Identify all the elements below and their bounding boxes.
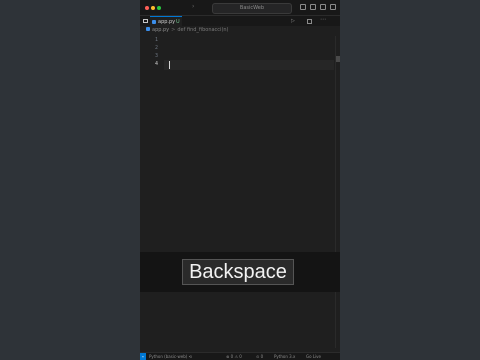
customize-layout-icon[interactable] (330, 4, 336, 10)
python-file-icon (152, 20, 156, 24)
breadcrumb-separator: > (171, 27, 176, 33)
files-icon[interactable] (143, 19, 148, 23)
status-go-live[interactable]: Go Live (306, 353, 321, 360)
close-window-button[interactable] (145, 6, 149, 10)
vertical-scrollbar[interactable] (335, 36, 340, 348)
text-cursor (169, 61, 170, 69)
breadcrumb: app.py > def find_fibonacci(n) (146, 26, 229, 34)
toggle-sidebar-icon[interactable] (300, 4, 306, 10)
remote-indicator-icon[interactable]: ⌁ (140, 353, 146, 360)
tab-bar: app.py U ▷ ⋯ (140, 16, 340, 26)
editor-window: › BasicWeb app.py U ▷ ⋯ app.py > def find_… (140, 0, 340, 360)
navigate-back-icon[interactable]: › (192, 3, 194, 10)
maximize-window-button[interactable] (157, 6, 161, 10)
title-bar: › BasicWeb (140, 0, 340, 16)
keystroke-caption: Backspace (182, 259, 294, 285)
ellipsis-icon[interactable]: ⋯ (320, 16, 326, 24)
status-bar: ⌁ Python (basic-web) ⟲ ⊗ 0 ⚠ 0 ⊙ 0 Pytho… (140, 352, 340, 360)
tab-label: app.py (158, 19, 176, 25)
status-language[interactable]: Python 3.x (274, 353, 295, 360)
line-number-current: 4 (154, 61, 158, 67)
current-line-highlight (164, 60, 334, 70)
python-file-icon (146, 27, 150, 31)
toggle-secondary-sidebar-icon[interactable] (320, 4, 326, 10)
play-icon[interactable]: ▷ (291, 17, 295, 25)
status-ports[interactable]: ⊙ 0 (256, 353, 263, 360)
status-problems[interactable]: ⊗ 0 ⚠ 0 (226, 353, 242, 360)
tab-app-py[interactable]: app.py U (150, 16, 182, 26)
scrollbar-thumb[interactable] (336, 56, 340, 62)
breadcrumb-file[interactable]: app.py (152, 27, 169, 33)
minimize-window-button[interactable] (151, 6, 155, 10)
untracked-marker: U (176, 19, 180, 25)
split-editor-icon[interactable] (307, 19, 312, 24)
command-center[interactable]: BasicWeb (212, 3, 292, 14)
status-interpreter[interactable]: Python (basic-web) ⟲ (149, 353, 192, 360)
breadcrumb-symbol[interactable]: def find_fibonacci(n) (177, 27, 228, 33)
toggle-panel-icon[interactable] (310, 4, 316, 10)
